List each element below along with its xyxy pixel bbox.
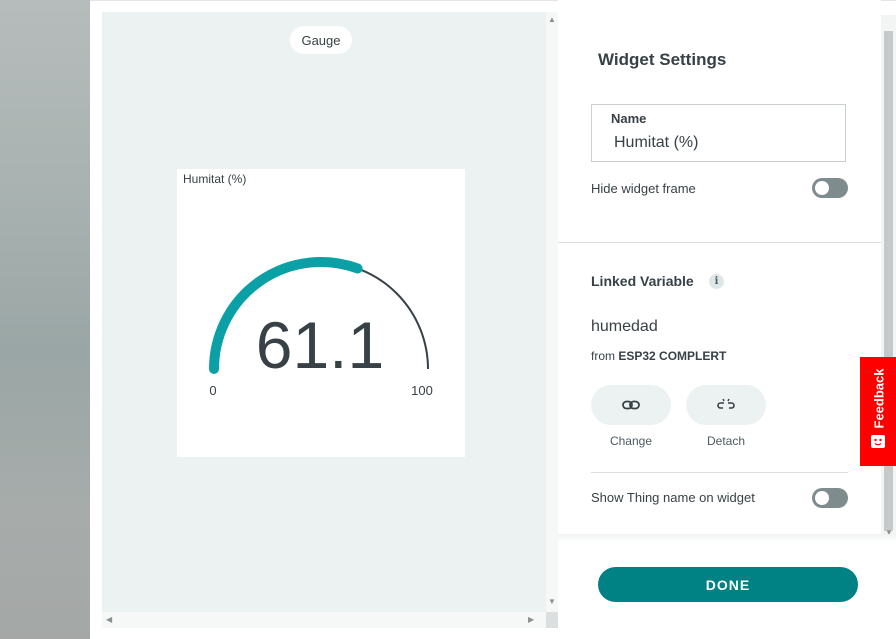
gauge-chart: 61.1 0 100 <box>209 257 433 398</box>
link-icon <box>622 400 640 410</box>
name-field[interactable]: Name Humitat (%) <box>591 104 846 162</box>
background-dashboard <box>0 0 90 639</box>
scroll-up-arrow-icon[interactable]: ▲ <box>548 16 556 24</box>
feedback-face-icon <box>871 435 885 448</box>
preview-vertical-scrollbar[interactable]: ▲ ▼ <box>546 12 558 612</box>
gauge-value: 61.1 <box>256 308 384 382</box>
linked-variable-name: humedad <box>591 318 658 335</box>
info-icon[interactable]: i <box>709 274 724 289</box>
section-divider <box>558 242 881 243</box>
scroll-right-arrow-icon[interactable]: ▶ <box>528 616 534 624</box>
name-field-value[interactable]: Humitat (%) <box>614 134 698 152</box>
name-field-label: Name <box>611 111 647 126</box>
hide-frame-toggle[interactable] <box>812 178 848 198</box>
gauge-max-label: 100 <box>411 383 433 398</box>
widget-settings-modal: Gauge Humitat (%) 61.1 0 100 ▲ ▼ ◀ ▶ Wid… <box>90 0 896 639</box>
settings-title: Widget Settings <box>598 50 727 69</box>
feedback-tab[interactable]: Feedback <box>860 357 896 466</box>
scroll-left-arrow-icon[interactable]: ◀ <box>106 616 112 624</box>
feedback-label: Feedback <box>871 368 887 429</box>
panel-bottom-shadow <box>558 534 896 542</box>
settings-panel: Widget Settings Name Humitat (%) Hide wi… <box>558 0 881 540</box>
show-thing-name-toggle[interactable] <box>812 488 848 508</box>
show-thing-name-label: Show Thing name on widget <box>591 490 755 505</box>
linked-variable-source: from ESP32 COMPLERT <box>591 349 726 363</box>
widget-preview-area: Gauge Humitat (%) 61.1 0 100 <box>102 12 546 612</box>
toggle-knob <box>815 491 829 505</box>
scroll-down-arrow-icon[interactable]: ▼ <box>548 598 556 606</box>
detach-variable-button[interactable] <box>686 385 766 425</box>
detach-button-label: Detach <box>706 434 746 448</box>
gauge-min-label: 0 <box>209 383 216 398</box>
done-button[interactable]: DONE <box>598 567 858 602</box>
gauge-widget: Humitat (%) 61.1 0 100 <box>177 169 465 457</box>
unlink-icon <box>717 398 735 409</box>
scrollbar-corner <box>546 612 558 628</box>
change-variable-button[interactable] <box>591 385 671 425</box>
toggle-knob <box>815 181 829 195</box>
linked-variable-title: Linked Variable <box>591 273 694 289</box>
hide-frame-label: Hide widget frame <box>591 181 696 196</box>
section-divider <box>591 472 848 473</box>
widget-type-pill: Gauge <box>290 26 352 54</box>
device-name: ESP32 COMPLERT <box>618 349 727 363</box>
change-button-label: Change <box>609 434 653 448</box>
from-prefix: from <box>591 349 615 363</box>
preview-horizontal-scrollbar[interactable]: ◀ ▶ <box>102 612 546 628</box>
